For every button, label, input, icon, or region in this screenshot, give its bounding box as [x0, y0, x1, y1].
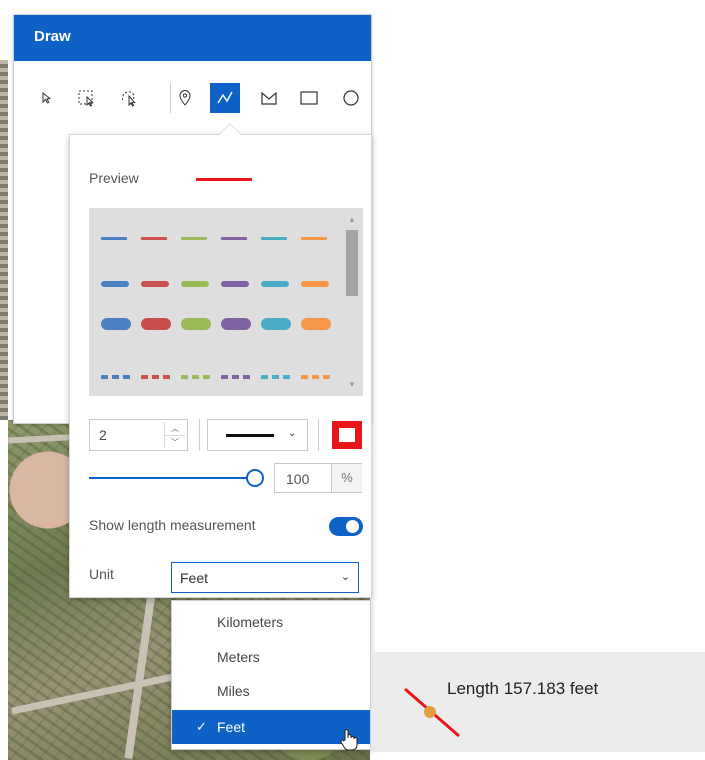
unit-option-meters[interactable]: Meters — [172, 640, 370, 674]
palette-swatch[interactable] — [181, 236, 207, 240]
palette-swatch[interactable] — [261, 236, 287, 240]
palette-swatch[interactable] — [181, 318, 211, 330]
palette-swatch[interactable] — [141, 236, 167, 240]
rectangle-select-tool-button[interactable] — [72, 83, 102, 113]
polyline-icon — [217, 91, 233, 104]
palette-swatch[interactable] — [163, 375, 170, 379]
unit-option-label: Feet — [217, 719, 246, 735]
measurement-inset — [371, 652, 705, 752]
circle-icon — [343, 90, 359, 106]
opacity-input[interactable]: 100 % — [274, 463, 362, 493]
show-length-label: Show length measurement — [89, 517, 256, 533]
polygon-tool-button[interactable] — [254, 83, 284, 113]
line-width-stepper[interactable]: 2 ︿ ﹀ — [89, 419, 188, 451]
chevron-down-icon: ⌄ — [340, 571, 350, 583]
line-style-select[interactable]: ⌄ — [207, 419, 308, 451]
palette-swatch[interactable] — [221, 318, 251, 330]
rectangle-icon — [300, 91, 318, 105]
chevron-down-icon: ⌄ — [288, 428, 297, 439]
circle-tool-button[interactable] — [336, 83, 366, 113]
palette-swatch[interactable] — [312, 375, 319, 379]
unit-option-kilometers[interactable]: Kilometers — [172, 605, 370, 639]
show-length-toggle[interactable] — [329, 517, 363, 536]
palette-swatch[interactable] — [101, 318, 131, 330]
palette-swatch[interactable] — [101, 375, 108, 379]
opacity-value[interactable]: 100 — [286, 471, 309, 487]
palette-swatch[interactable] — [301, 318, 331, 330]
palette-swatch[interactable] — [301, 281, 329, 287]
select-tool-button[interactable] — [32, 83, 62, 113]
rectangle-select-icon — [78, 90, 94, 107]
line-width-value[interactable]: 2 — [99, 427, 107, 443]
palette-swatch[interactable] — [221, 281, 249, 287]
map-edge — [0, 60, 8, 420]
stepper-buttons: ︿ ﹀ — [164, 422, 185, 448]
toggle-knob — [346, 520, 359, 533]
palette-swatch[interactable] — [221, 236, 247, 240]
percent-unit: % — [331, 464, 362, 492]
palette-swatch[interactable] — [301, 375, 308, 379]
opacity-slider-track[interactable] — [89, 477, 255, 479]
preview-line — [196, 178, 252, 181]
arrow-pointer-icon — [42, 91, 52, 104]
chevron-down-icon[interactable]: ﹀ — [165, 435, 185, 449]
palette-swatch[interactable] — [232, 375, 239, 379]
palette-swatch[interactable] — [112, 375, 119, 379]
palette-swatch[interactable] — [203, 375, 210, 379]
popover-caret — [219, 124, 241, 135]
draw-header: Draw — [14, 15, 371, 61]
measured-line — [404, 687, 460, 738]
divider — [318, 419, 319, 451]
polyline-tool-button[interactable] — [210, 83, 240, 113]
palette-swatch[interactable] — [141, 375, 148, 379]
line-color-button[interactable] — [332, 421, 362, 449]
unit-option-label: Meters — [217, 649, 260, 665]
divider — [199, 419, 200, 451]
point-tool-button[interactable] — [170, 83, 200, 113]
lasso-select-icon — [122, 91, 136, 107]
color-swatch-icon — [339, 428, 355, 442]
unit-option-miles[interactable]: Miles — [172, 674, 370, 708]
palette-swatch[interactable] — [101, 236, 127, 240]
rectangle-tool-button[interactable] — [294, 83, 324, 113]
palette-swatch[interactable] — [141, 281, 169, 287]
hand-cursor-icon — [340, 729, 358, 751]
opacity-slider-thumb[interactable] — [246, 469, 264, 487]
palette-swatch[interactable] — [181, 375, 188, 379]
length-measurement-label: Length 157.183 feet — [447, 679, 599, 698]
palette-swatch[interactable] — [261, 375, 268, 379]
palette-swatch[interactable] — [261, 318, 291, 330]
palette-swatch[interactable] — [192, 375, 199, 379]
palette-swatch[interactable] — [181, 281, 209, 287]
unit-select[interactable]: Feet ⌄ — [171, 562, 359, 593]
checkmark-icon: ✓ — [196, 719, 207, 734]
lasso-select-tool-button[interactable] — [114, 83, 144, 113]
palette-swatch[interactable] — [152, 375, 159, 379]
scroll-up-icon[interactable]: ▲ — [346, 215, 358, 224]
palette-swatch[interactable] — [272, 375, 279, 379]
palette-swatch[interactable] — [283, 375, 290, 379]
solid-line-swatch — [226, 434, 274, 437]
palette-swatch[interactable] — [243, 375, 250, 379]
palette-swatch[interactable] — [261, 281, 289, 287]
palette-swatch[interactable] — [123, 375, 130, 379]
palette-swatch[interactable] — [301, 236, 327, 240]
unit-selected-value: Feet — [180, 570, 209, 586]
draw-title: Draw — [34, 28, 71, 45]
draw-toolbar — [14, 77, 371, 117]
palette-swatch[interactable] — [221, 375, 228, 379]
palette-swatch[interactable] — [141, 318, 171, 330]
chevron-up-icon[interactable]: ︿ — [165, 422, 185, 435]
palette-swatch[interactable] — [101, 281, 129, 287]
pin-icon — [179, 90, 191, 106]
polygon-icon — [261, 91, 277, 105]
scroll-down-icon[interactable]: ▼ — [346, 380, 358, 389]
preview-label: Preview — [89, 170, 139, 186]
unit-option-label: Miles — [217, 683, 250, 699]
unit-label: Unit — [89, 566, 114, 582]
palette-scroll-thumb[interactable] — [346, 230, 358, 296]
palette-swatch[interactable] — [323, 375, 330, 379]
unit-option-label: Kilometers — [217, 614, 284, 630]
